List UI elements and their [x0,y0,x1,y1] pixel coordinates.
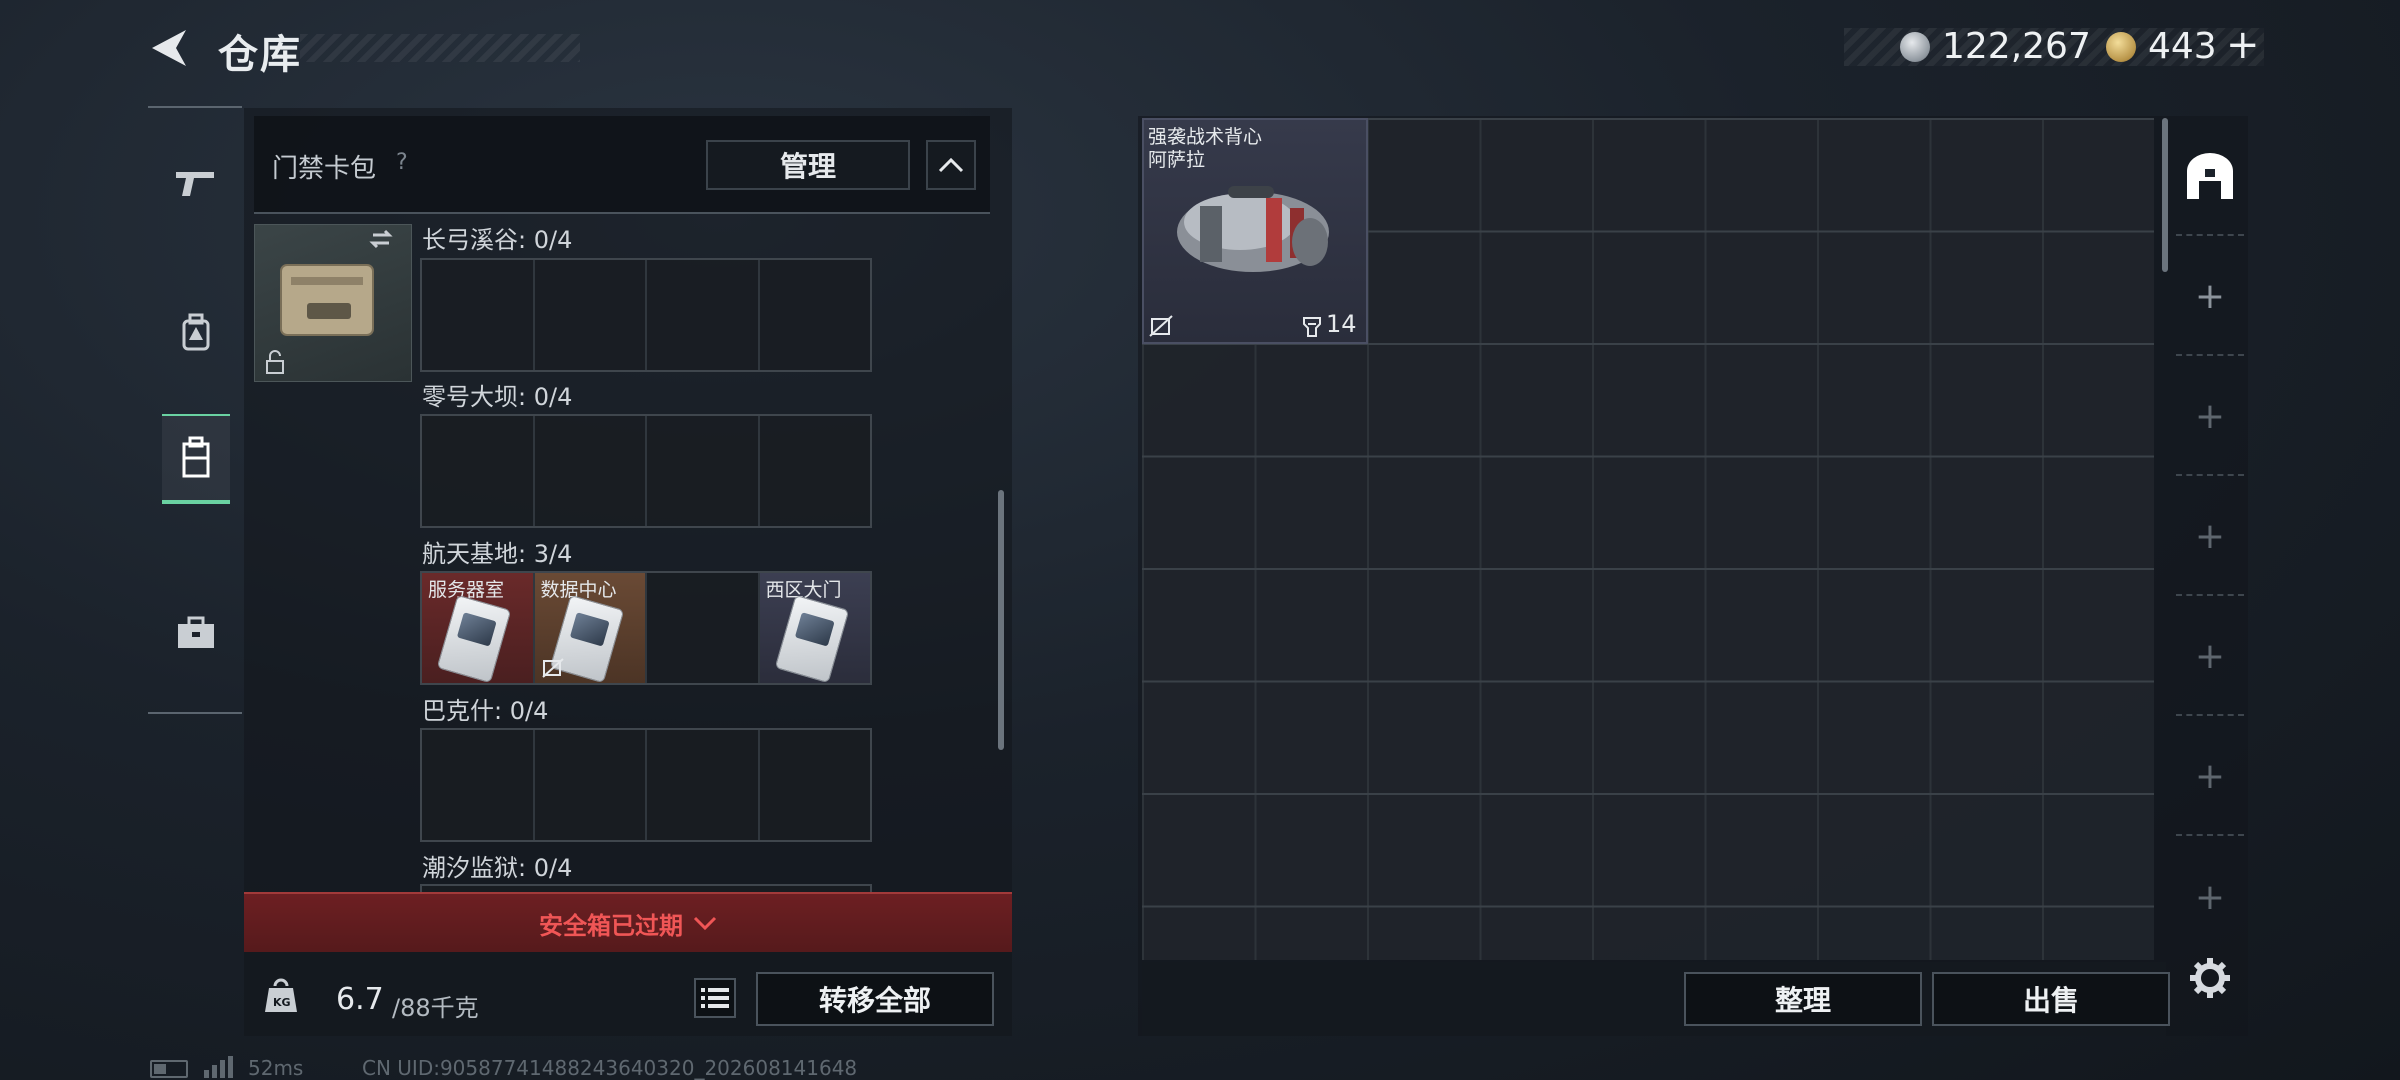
silver-coin-icon [1900,32,1930,62]
keycard-slot[interactable] [647,416,760,526]
arrow-left-icon [152,30,186,66]
safe-box-expired-banner[interactable]: 安全箱已过期 [244,892,1012,952]
sell-button[interactable]: 出售 [1932,972,2170,1026]
durability-icon [1303,317,1321,337]
ping-value: 52ms [248,1056,304,1080]
no-trade-icon [1149,315,1173,337]
keycard-slot[interactable] [422,260,535,370]
keycard-slot[interactable] [760,260,871,370]
keycard-slot[interactable] [535,260,647,370]
add-stash-tab[interactable]: + [2176,238,2244,356]
section-label-longbow: 长弓溪谷: 0/4 [422,226,573,254]
add-stash-tab[interactable]: + [2176,718,2244,836]
help-icon[interactable]: ? [396,150,408,175]
sort-button[interactable]: 整理 [1684,972,1922,1026]
keycard-slot[interactable] [647,260,760,370]
keycard-image [774,594,849,683]
svg-text:KG: KG [273,996,291,1009]
section-label-spacebase: 航天基地: 3/4 [422,540,573,568]
stash-tab-main[interactable] [2176,118,2244,236]
keycard-server-room[interactable]: 服务器室 [422,573,535,683]
title-decoration [300,34,580,62]
signal-icon [204,1056,233,1078]
nav-briefcase[interactable] [162,588,230,678]
back-button[interactable] [148,26,192,70]
section-label-bakhsh: 巴克什: 0/4 [422,697,549,725]
add-stash-tab[interactable]: + [2176,478,2244,596]
section-label-prison: 潮汐监狱: 0/4 [422,854,573,882]
keycard-slot[interactable] [647,573,760,683]
keycard-slot[interactable] [535,730,647,840]
nav-weapons[interactable] [162,138,230,228]
briefcase-icon [178,616,214,648]
keycard-slot[interactable] [422,730,535,840]
chest-rig-icon [182,436,210,478]
cardpack-title: 门禁卡包 [272,154,377,184]
keycard-slots-dam [420,414,872,528]
keycard-west-gate[interactable]: 西区大门 [759,573,870,683]
page-title: 仓库 [218,32,302,78]
chevron-down-icon [693,916,717,931]
keycard-slot[interactable] [760,730,871,840]
keycard-slot[interactable] [535,416,647,526]
cardpack-scrollbar[interactable] [998,490,1004,750]
add-stash-tab[interactable]: + [2176,358,2244,476]
backpack-icon [182,313,210,351]
expired-text: 安全箱已过期 [539,911,683,940]
collapse-button[interactable] [926,140,976,190]
add-stash-tab[interactable]: + [2176,598,2244,716]
warehouse-icon [2187,153,2233,199]
add-stash-tab[interactable]: + [2176,838,2244,956]
transfer-all-button[interactable]: 转移全部 [756,972,994,1026]
gun-icon [176,172,214,196]
keycard-slot[interactable] [422,416,535,526]
list-view-button[interactable] [694,978,736,1018]
keycard-slots-bakhsh [420,728,872,842]
user-uid: CN UID:9058774148824364032​0_20260814164… [362,1056,858,1080]
manage-button[interactable]: 管理 [706,140,910,190]
weight-max: /88千克 [392,994,479,1022]
add-currency-button[interactable]: + [2226,22,2260,68]
keycard-data-center[interactable]: 数据中心 [534,573,647,683]
nav-chest-rig[interactable] [162,414,230,504]
keycard-pack-item[interactable] [254,224,412,382]
gold-coin-value: 443 [2148,26,2217,67]
keycard-slot[interactable] [647,730,760,840]
chevron-up-icon [938,157,964,173]
keycard-slot[interactable] [760,416,871,526]
gear-icon [2190,958,2230,998]
no-trade-icon [541,658,564,678]
stash-scrollbar[interactable] [2162,118,2168,272]
silver-coin-value: 122,267 [1942,26,2091,67]
keycard-slots-longbow [420,258,872,372]
item-subname: 阿萨拉 [1148,149,1206,171]
weight-current: 6.7 [336,982,384,1017]
settings-button[interactable] [2188,956,2232,1000]
item-durability: 14 [1326,310,1357,338]
gold-coin-icon [2106,32,2136,62]
keycard-slots-spacebase: 服务器室 数据中心 西区大门 [420,571,872,685]
nav-backpack[interactable] [162,288,230,378]
battery-icon [150,1060,188,1078]
section-label-dam: 零号大坝: 0/4 [422,383,573,411]
keycard-wallet-icon [266,229,393,374]
keycard-image [436,594,512,683]
list-icon [701,988,729,1008]
weight-icon: KG [264,978,298,1014]
vest-image [1170,172,1336,282]
left-nav [148,106,242,714]
